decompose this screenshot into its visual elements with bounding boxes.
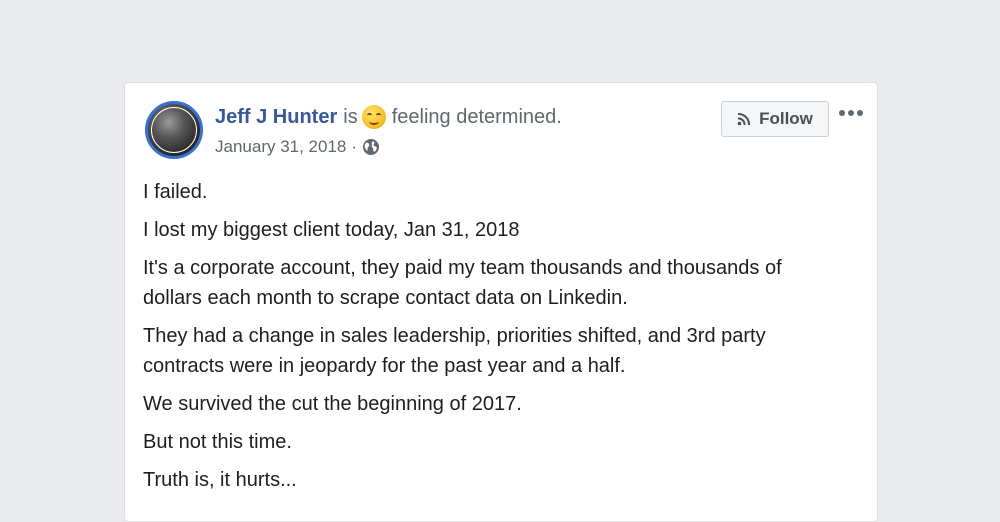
post-paragraph: They had a change in sales leadership, p… (143, 325, 766, 377)
post-paragraph: We survived the cut the beginning of 201… (143, 393, 522, 415)
post-paragraph: It's a corporate account, they paid my t… (143, 257, 782, 309)
post-card: Jeff J Hunter is feeling determined. Jan… (124, 82, 878, 522)
post-paragraph: I failed. (143, 181, 208, 203)
follow-label: Follow (759, 109, 813, 128)
post-date-link[interactable]: January 31, 2018 (215, 137, 346, 157)
author-name-link[interactable]: Jeff J Hunter (215, 106, 337, 129)
is-text: is (343, 105, 358, 128)
globe-icon[interactable] (362, 138, 380, 156)
rss-icon (737, 113, 751, 126)
follow-button[interactable]: Follow (721, 101, 829, 137)
post-body: I failed. I lost my biggest client today… (143, 177, 843, 503)
avatar[interactable] (145, 101, 203, 159)
feeling-text: feeling determined. (391, 105, 562, 128)
smiling-face-icon (361, 105, 386, 129)
more-options-icon[interactable] (837, 105, 865, 121)
post-paragraph: I lost my biggest client today, Jan 31, … (143, 219, 520, 241)
meta-separator: · (351, 137, 358, 156)
post-header: Jeff J Hunter is feeling determined. (215, 105, 562, 129)
post-paragraph: But not this time. (143, 431, 292, 453)
avatar-ring (151, 107, 197, 153)
post-paragraph: Truth is, it hurts... (143, 469, 297, 491)
post-meta: January 31, 2018 · (215, 137, 380, 157)
